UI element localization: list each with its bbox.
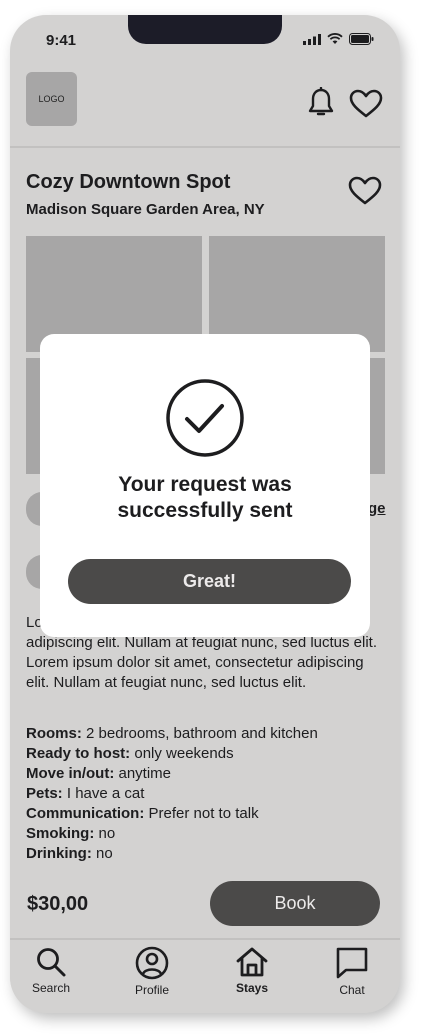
attribute-value: no: [94, 825, 116, 842]
attribute-label: Drinking:: [26, 845, 92, 862]
listing-location: Madison Square Garden Area, NY: [26, 201, 265, 218]
success-message: Your request was successfully sent: [40, 472, 370, 524]
search-icon: [37, 948, 66, 977]
tab-chat[interactable]: Chat: [312, 946, 392, 997]
notification-bell-icon[interactable]: [307, 87, 335, 119]
attribute-row: Drinking: no: [26, 844, 318, 864]
save-listing-heart-icon[interactable]: [348, 176, 382, 206]
attribute-row: Ready to host: only weekends: [26, 744, 318, 764]
chat-icon: [336, 947, 368, 979]
attribute-value: only weekends: [130, 745, 234, 762]
description-text: adipiscing elit. Nullam at feugiat nunc,…: [26, 634, 378, 691]
attribute-value: no: [91, 845, 113, 862]
device-notch: [128, 15, 282, 44]
bottom-tab-bar: Search Profile Stays Chat: [10, 938, 400, 1013]
status-time: 9:41: [46, 32, 77, 49]
attribute-value: Prefer not to talk: [144, 805, 259, 822]
tab-stays-label: Stays: [235, 981, 269, 995]
header-divider: [10, 146, 400, 148]
home-icon: [236, 947, 268, 977]
host-link-fragment[interactable]: ge: [368, 500, 386, 517]
attribute-value: 2 bedrooms, bathroom and kitchen: [81, 725, 318, 742]
cellular-signal-icon: [303, 33, 321, 45]
attribute-label: Rooms:: [26, 725, 82, 742]
attribute-row: Smoking: no: [26, 824, 318, 844]
phone-screen: 9:41 LOGO Cozy Downtown Spot Madison Squ…: [10, 15, 400, 1013]
listing-attributes: Rooms: 2 bedrooms, bathroom and kitchen R…: [26, 724, 318, 864]
attribute-row: Move in/out: anytime: [26, 764, 318, 784]
tab-profile[interactable]: Profile: [112, 946, 192, 997]
success-message-line-1: Your request was: [118, 473, 292, 496]
attribute-label: Communication:: [26, 805, 145, 822]
attribute-row: Communication: Prefer not to talk: [26, 804, 318, 824]
attribute-value: anytime: [114, 765, 172, 782]
attribute-value: I have a cat: [62, 785, 145, 802]
battery-icon: [349, 33, 374, 45]
app-logo[interactable]: LOGO: [26, 72, 77, 126]
logo-text: LOGO: [38, 94, 65, 104]
tab-search-label: Search: [31, 981, 71, 995]
listing-price: $30,00: [27, 893, 89, 915]
attribute-label: Move in/out:: [26, 765, 115, 782]
attribute-label: Smoking:: [26, 825, 95, 842]
success-message-line-2: successfully sent: [117, 499, 293, 522]
success-check-icon: [166, 379, 244, 457]
tab-chat-label: Chat: [339, 983, 365, 997]
book-button[interactable]: Book: [210, 881, 380, 926]
profile-icon: [135, 946, 169, 980]
tab-stays[interactable]: Stays: [212, 946, 292, 995]
attribute-row: Rooms: 2 bedrooms, bathroom and kitchen: [26, 724, 318, 744]
success-modal: Your request was successfully sent Great…: [40, 334, 370, 637]
great-button[interactable]: Great!: [68, 559, 351, 604]
attribute-label: Ready to host:: [26, 745, 131, 762]
status-icons: [303, 33, 374, 45]
wifi-icon: [327, 33, 343, 44]
tab-profile-label: Profile: [134, 983, 169, 997]
attribute-row: Pets: I have a cat: [26, 784, 318, 804]
attribute-label: Pets:: [26, 785, 63, 802]
favorites-heart-icon[interactable]: [349, 89, 383, 119]
tab-search[interactable]: Search: [11, 946, 91, 995]
listing-title: Cozy Downtown Spot: [26, 171, 231, 193]
